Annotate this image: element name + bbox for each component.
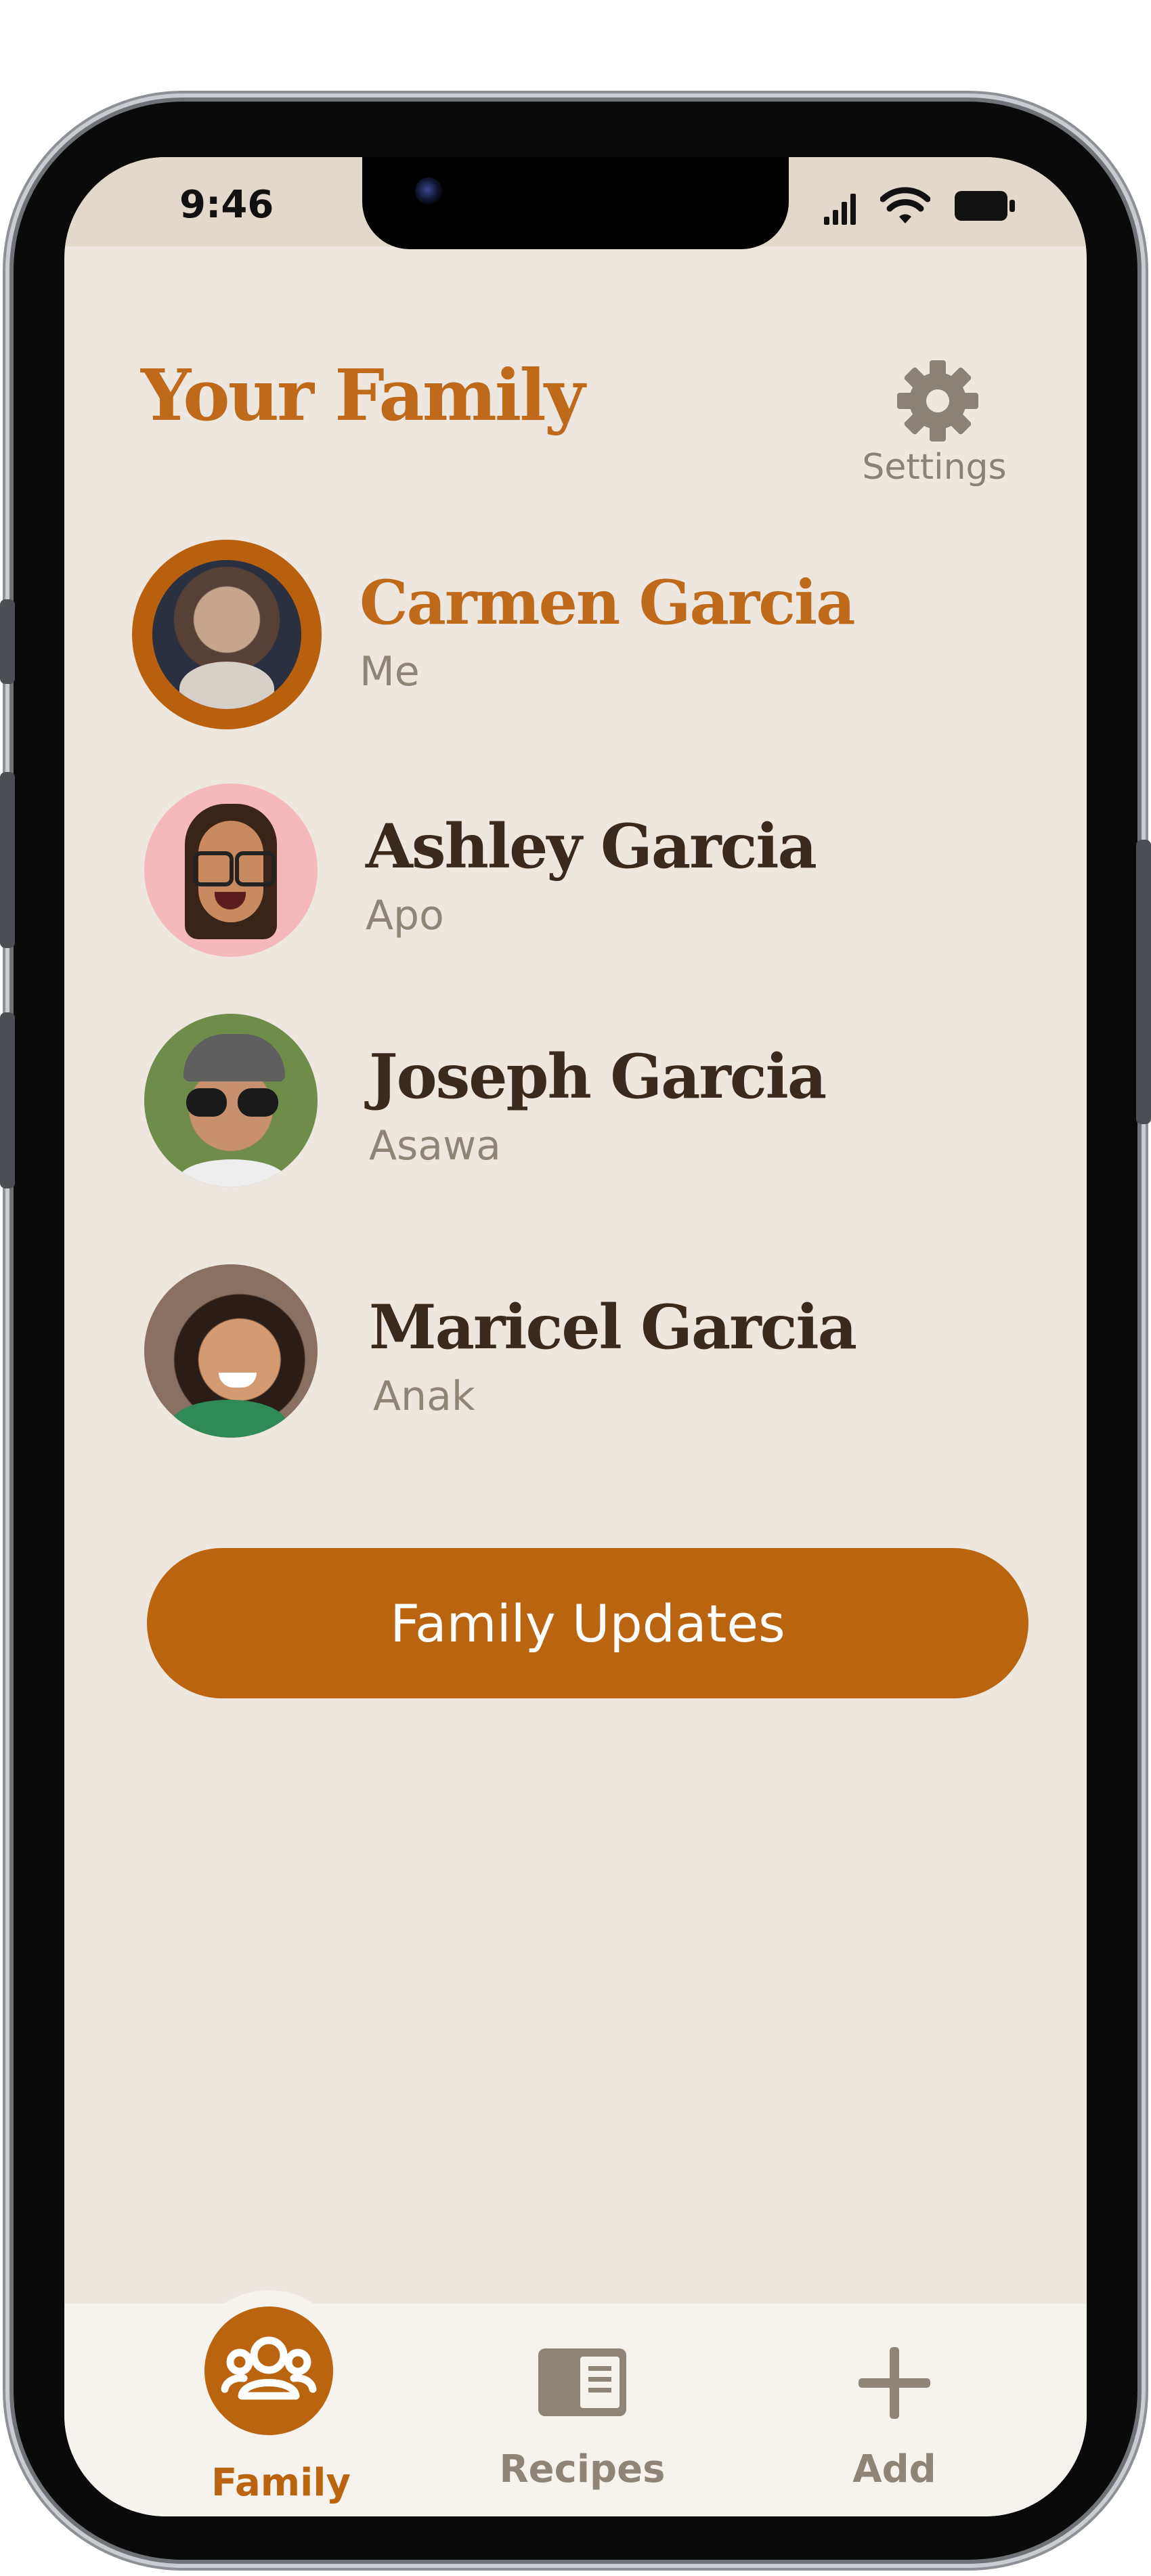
avatar [144, 783, 318, 957]
people-icon [204, 2306, 333, 2435]
member-relation: Apo [366, 892, 444, 939]
member-name: Ashley Garcia [366, 811, 817, 882]
gear-icon [897, 360, 978, 442]
member-relation: Asawa [369, 1122, 501, 1169]
avatar [144, 1264, 318, 1438]
settings-button[interactable]: Settings [843, 360, 1026, 488]
notch [362, 157, 789, 249]
signal-icon [824, 194, 856, 225]
member-relation: Me [360, 648, 420, 695]
power-button [1136, 840, 1151, 1124]
family-member-joseph[interactable]: Joseph Garcia Asawa [132, 1014, 1012, 1203]
tab-label: Family [211, 2461, 351, 2505]
app-screen: 9:46 Your Family Settings Carmen Garcia … [64, 157, 1087, 2516]
member-relation: Anak [373, 1373, 475, 1420]
battery-icon [955, 191, 1015, 221]
settings-label: Settings [862, 447, 1007, 488]
page-title: Your Family [141, 353, 585, 437]
family-member-maricel[interactable]: Maricel Garcia Anak [132, 1264, 1012, 1454]
book-icon [538, 2348, 626, 2416]
tab-family[interactable]: Family [173, 2304, 389, 2516]
family-member-ashley[interactable]: Ashley Garcia Apo [132, 783, 1012, 973]
tab-add[interactable]: Add [786, 2304, 1003, 2516]
wifi-icon [880, 187, 930, 223]
volume-down-button [0, 1012, 15, 1188]
avatar [132, 540, 322, 729]
volume-up-button [0, 772, 15, 948]
tab-recipes[interactable]: Recipes [474, 2304, 691, 2516]
member-name: Carmen Garcia [360, 567, 856, 639]
member-name: Maricel Garcia [369, 1291, 857, 1363]
tab-label: Recipes [499, 2447, 666, 2491]
front-camera [415, 177, 442, 205]
member-name: Joseph Garcia [369, 1041, 827, 1113]
status-time: 9:46 [179, 183, 274, 227]
plus-icon [859, 2347, 930, 2419]
avatar [144, 1014, 318, 1187]
tab-label: Add [852, 2447, 936, 2491]
family-member-carmen[interactable]: Carmen Garcia Me [132, 540, 1012, 729]
family-updates-button[interactable]: Family Updates [147, 1548, 1028, 1698]
mute-switch [0, 599, 15, 684]
